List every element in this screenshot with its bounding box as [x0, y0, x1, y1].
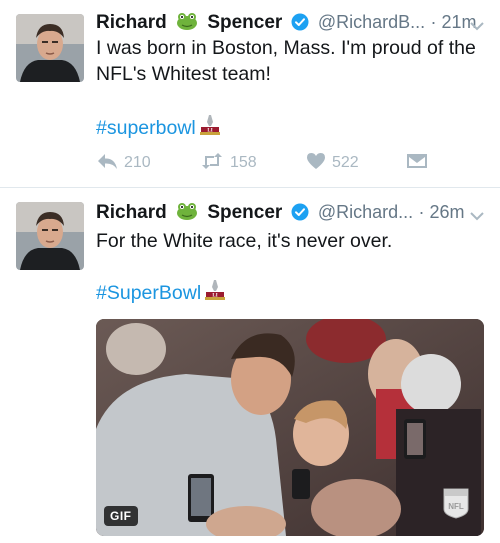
- superbowl-trophy-icon: LI: [203, 279, 227, 308]
- retweet-button[interactable]: 158: [200, 152, 257, 174]
- reply-icon: [96, 152, 118, 175]
- caret-down-icon[interactable]: [470, 204, 484, 228]
- like-count: 522: [332, 154, 359, 171]
- tweet-header: Richard Spencer @Richard... · 26m: [96, 200, 488, 224]
- avatar[interactable]: [16, 14, 84, 82]
- frog-emoji-icon: [176, 11, 198, 38]
- user-handle[interactable]: @RichardB...: [318, 12, 425, 32]
- svg-text:NFL: NFL: [448, 502, 464, 511]
- like-button[interactable]: 522: [306, 152, 359, 174]
- gif-media[interactable]: GIF NFL: [96, 319, 484, 536]
- tweet-header: Richard Spencer @RichardB... · 21m: [96, 10, 488, 34]
- reply-count: 210: [124, 154, 151, 171]
- hashtag-link[interactable]: #SuperBowl LI: [96, 279, 227, 308]
- superbowl-trophy-icon: LI: [198, 114, 222, 143]
- verified-badge-icon: [291, 203, 309, 228]
- avatar[interactable]: [16, 202, 84, 270]
- dm-icon: [406, 152, 428, 175]
- display-name-first[interactable]: Richard: [96, 12, 167, 33]
- tweet[interactable]: Richard Spencer @RichardB... · 21m I was…: [0, 0, 500, 187]
- retweet-count: 158: [230, 154, 257, 171]
- tweet[interactable]: Richard Spencer @Richard... · 26m For th…: [0, 188, 500, 543]
- user-handle[interactable]: @Richard...: [318, 202, 413, 222]
- timestamp[interactable]: · 26m: [418, 202, 464, 222]
- tweet-text: I was born in Boston, Mass. I'm proud of…: [96, 37, 476, 85]
- tweet-actions: 210 158 522: [96, 152, 436, 174]
- hashtag-text[interactable]: #superbowl: [96, 117, 196, 139]
- retweet-icon: [200, 152, 224, 175]
- like-icon: [306, 152, 326, 175]
- reply-button[interactable]: 210: [96, 152, 151, 174]
- tweet-text: For the White race, it's never over.: [96, 230, 393, 252]
- hashtag-link[interactable]: #superbowl LI: [96, 114, 222, 143]
- hashtag-text[interactable]: #SuperBowl: [96, 282, 201, 304]
- display-name-last[interactable]: Spencer: [207, 12, 282, 33]
- frog-emoji-icon: [176, 201, 198, 228]
- gif-badge: GIF: [104, 506, 138, 526]
- gif-frame-image: [96, 319, 484, 536]
- display-name-last[interactable]: Spencer: [207, 202, 282, 223]
- direct-message-button[interactable]: [406, 152, 428, 174]
- display-name-first[interactable]: Richard: [96, 202, 167, 223]
- nfl-logo-icon: NFL: [442, 487, 470, 524]
